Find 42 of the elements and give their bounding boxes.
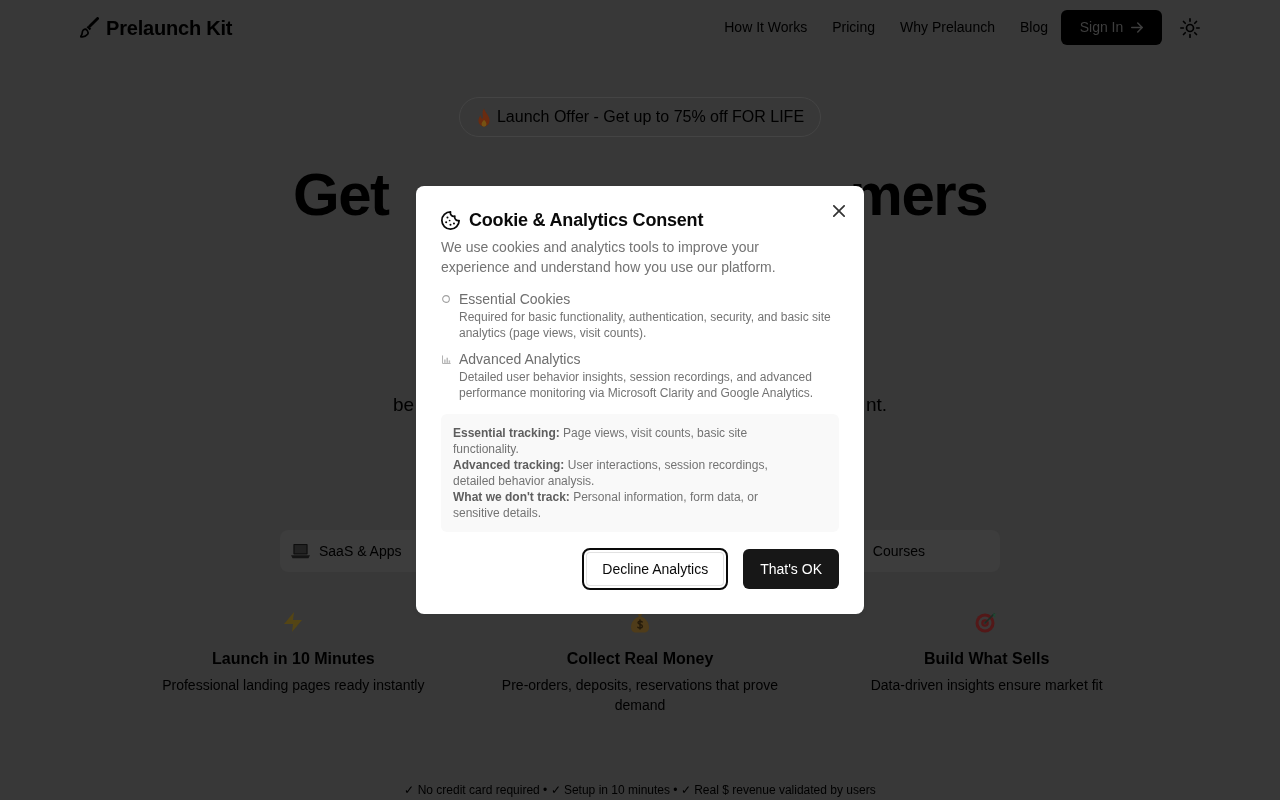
option-title: Essential Cookies [459,290,572,309]
tracking-info-text: Advanced tracking: User interactions, session recordings, detailed behavior analysis. [453,457,769,489]
nav-link[interactable]: How It Works [724,17,808,38]
bar-chart-icon [441,354,451,364]
lightning-icon [284,612,303,632]
feature-description: Professional landing pages ready instantly [161,676,426,695]
nav-link[interactable]: Blog [1019,17,1048,38]
target-icon [975,611,999,633]
sun-icon [1180,17,1200,38]
feature-title: Build What Sells [922,649,1051,669]
laptop-icon [291,543,310,559]
offer-text: Launch Offer - Get up to 75% off FOR LIFE [496,107,805,127]
option-description: Detailed user behavior insights, session recordings, and advanced performance monitoring via Microsoft Clarity and Google Analytics. [459,369,815,401]
subtitle-text: nt. [865,393,887,417]
dialog-description: We use cookies and analytics tools to improve your experience and understand how you use our platform. [441,238,777,277]
decline-button[interactable]: Decline Analytics [582,548,729,590]
feature-title: Collect Real Money [565,649,715,669]
tracking-info-text: What we don't track: Personal information, form data, or sensitive details. [453,489,759,521]
cookie-icon [441,210,460,230]
option-description: Required for basic functionality, authentication, security, and basic site analytics (page views, visit counts). [459,309,831,341]
feature-description: Data-driven insights ensure market fit [869,676,1104,695]
category-tab[interactable]: Courses [872,540,925,562]
tracking-info-text: Essential tracking: Page views, visit counts, basic site functionality. [453,425,749,457]
feature-description: Pre-orders, deposits, reservations that prove demand [500,676,780,715]
accept-button[interactable]: That's OK [743,549,839,589]
nav-link[interactable]: Why Prelaunch [900,17,995,38]
arrow-right-icon [1131,22,1144,33]
close-button[interactable] [833,205,845,217]
theme-toggle-button[interactable] [1180,17,1200,38]
close-icon [833,205,845,217]
feature-title: Launch in 10 Minutes [211,649,376,669]
sign-in-button[interactable]: Sign In [1061,10,1162,45]
paintbrush-icon [80,17,99,38]
dialog-title: Cookie & Analytics Consent [469,209,704,232]
subtitle-text: be [393,393,415,417]
logo-link[interactable]: Prelaunch Kit [80,12,233,43]
heading-text: Get [293,160,389,230]
nav-link[interactable]: Pricing [832,17,876,38]
category-tab[interactable]: SaaS & Apps [291,540,402,562]
circle-icon [442,295,450,303]
flame-icon [476,107,491,127]
option-title: Advanced Analytics [459,350,582,369]
